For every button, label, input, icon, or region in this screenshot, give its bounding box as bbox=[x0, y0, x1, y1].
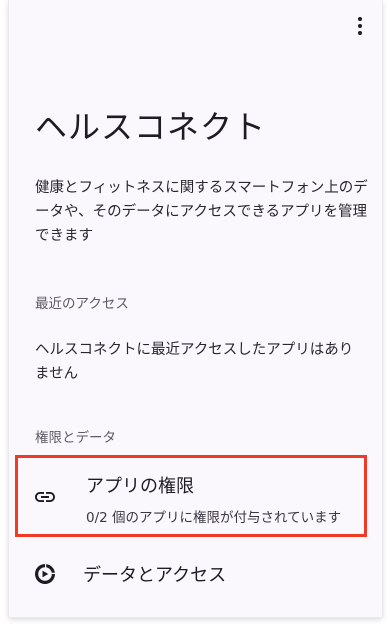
app-permissions-title: アプリの権限 bbox=[86, 476, 194, 497]
menu-dot bbox=[358, 31, 362, 35]
page-description: 健康とフィットネスに関するスマートフォン上のデータや、そのデータにアクセスできる… bbox=[35, 180, 368, 244]
menu-dot bbox=[358, 24, 362, 28]
more-vert-icon[interactable] bbox=[348, 12, 372, 40]
recent-access-header: 最近のアクセス bbox=[35, 296, 129, 312]
recent-access-empty-message: ヘルスコネクトに最近アクセスしたアプリはありません bbox=[35, 342, 354, 382]
data-and-access-title: データとアクセス bbox=[83, 565, 227, 586]
data-and-access-item[interactable]: データとアクセス bbox=[15, 552, 367, 596]
permissions-and-data-header: 権限とデータ bbox=[35, 430, 116, 446]
page-title: ヘルスコネクト bbox=[35, 108, 267, 146]
app-permissions-subtitle: 0/2 個のアプリに権限が付与されています bbox=[86, 510, 342, 526]
health-connect-screen: ヘルスコネクト 健康とフィットネスに関するスマートフォン上のデータや、そのデータ… bbox=[9, 0, 382, 617]
data-access-icon bbox=[35, 564, 55, 584]
link-icon bbox=[35, 492, 55, 502]
app-permissions-item[interactable]: アプリの権限 0/2 個のアプリに権限が付与されています bbox=[15, 455, 367, 537]
menu-dot bbox=[358, 17, 362, 21]
